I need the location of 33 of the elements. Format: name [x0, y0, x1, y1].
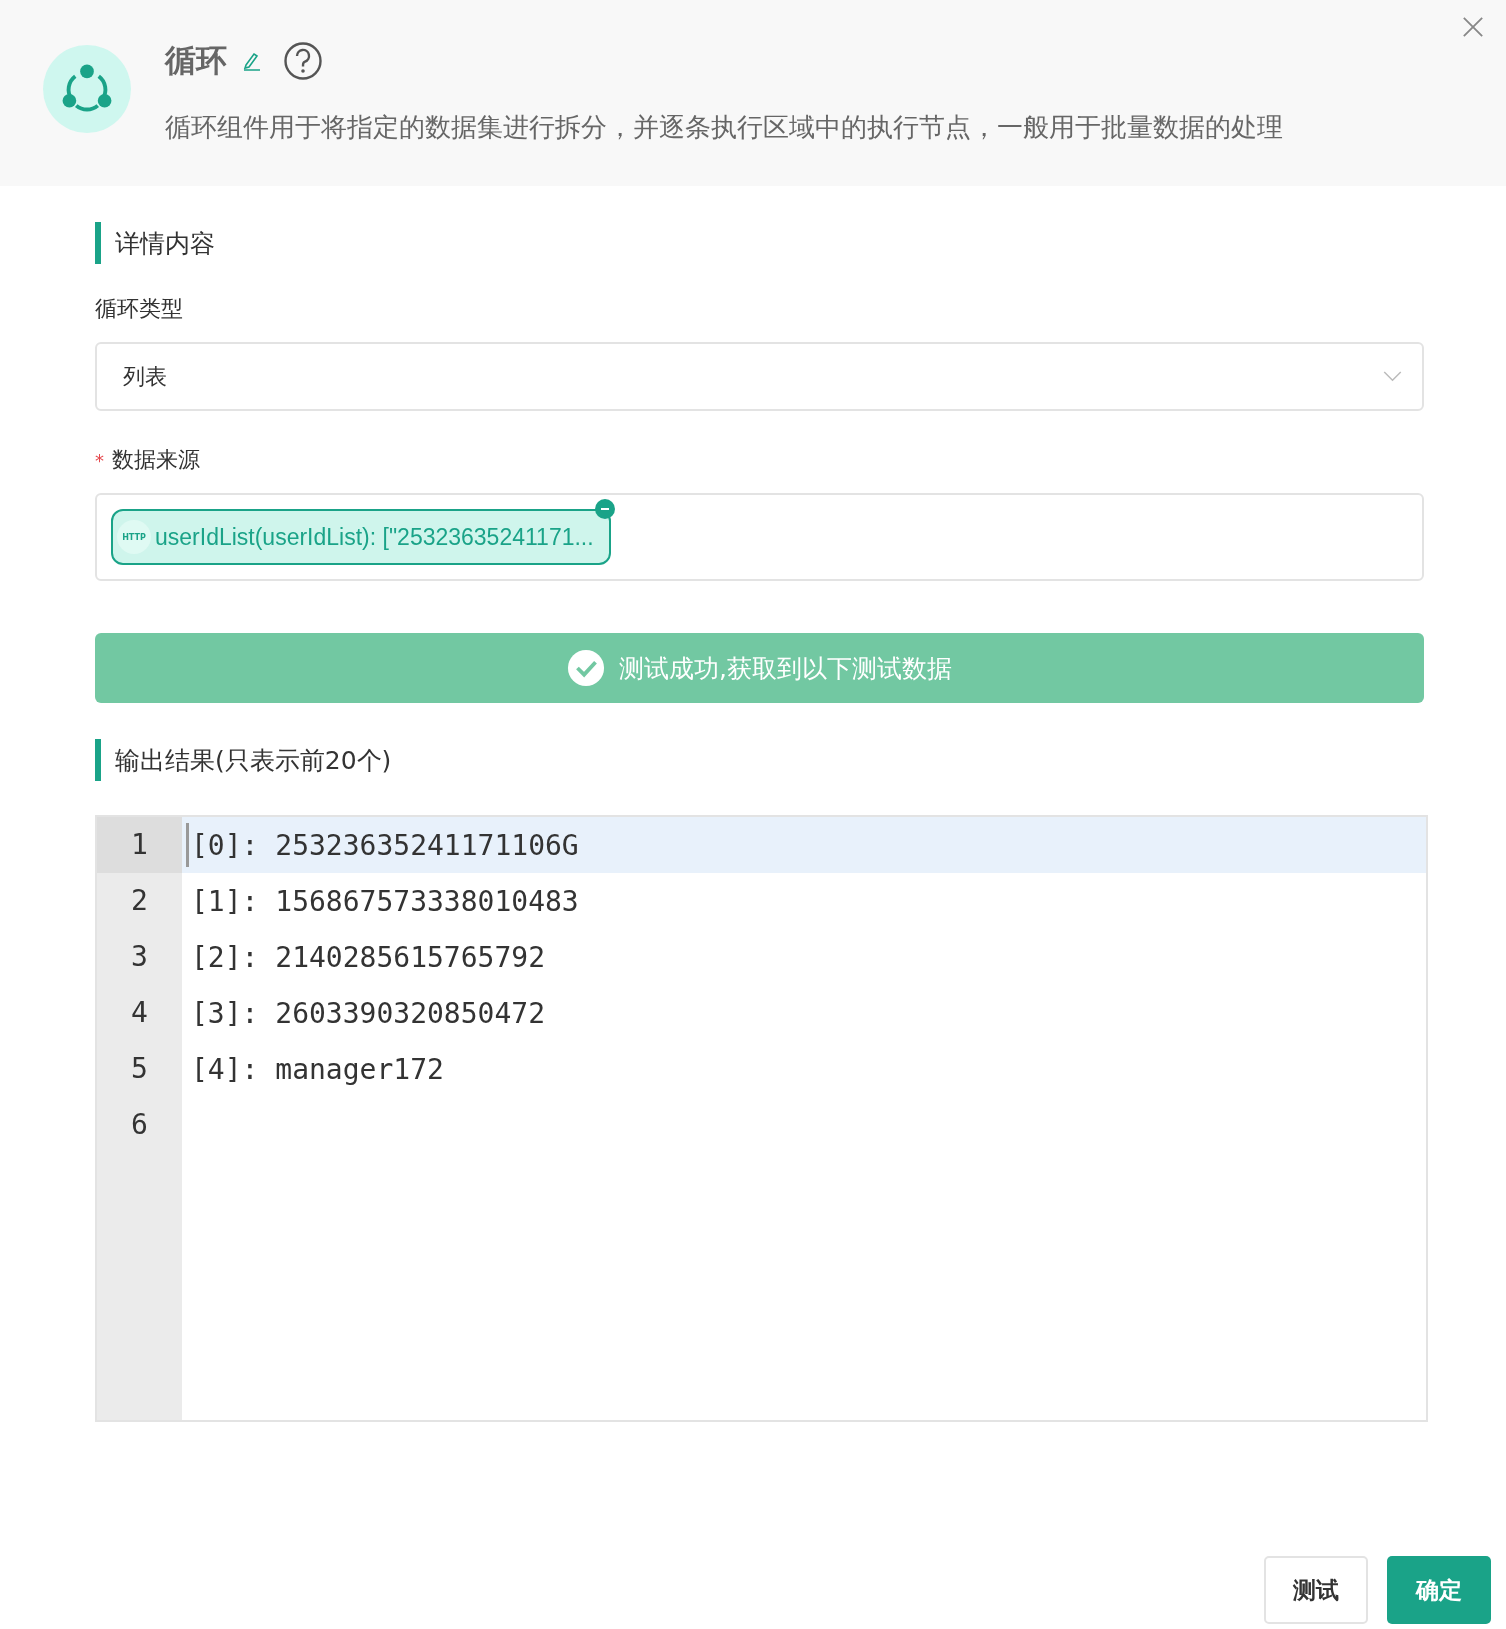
loop-type-select[interactable]: 列表: [95, 342, 1424, 411]
test-button[interactable]: 测试: [1264, 1556, 1368, 1624]
close-icon[interactable]: [1462, 16, 1484, 38]
dialog-description: 循环组件用于将指定的数据集进行拆分，并逐条执行区域中的执行节点，一般用于批量数据的处理: [165, 111, 1283, 144]
section-heading: 输出结果(只表示前20个): [115, 744, 392, 777]
code-line: [0]: 25323635241171106G: [191, 828, 579, 862]
accent-bar: [95, 739, 101, 781]
code-line: [4]: manager172: [191, 1052, 444, 1086]
line-number: 3: [130, 939, 149, 975]
loop-icon: [43, 45, 131, 133]
section-heading: 详情内容: [115, 227, 215, 260]
chevron-down-icon: [1383, 371, 1402, 382]
field-label: 数据来源: [112, 446, 200, 474]
required-mark: *: [95, 449, 104, 471]
help-icon[interactable]: [283, 41, 323, 81]
field-label: 循环类型: [95, 295, 184, 323]
text-cursor: [186, 823, 189, 867]
status-banner: 测试成功,获取到以下测试数据: [95, 633, 1424, 703]
http-badge: HTTP: [117, 520, 151, 554]
check-circle-icon: [567, 649, 605, 687]
line-number: 5: [130, 1051, 149, 1087]
line-number: 4: [130, 995, 149, 1031]
dialog-title: 循环: [165, 41, 227, 80]
code-editor[interactable]: 1 2 3 4 5 6 [0]: 25323635241171106G [1]: 156867573338010483 [2]: 2140285615765792 [3]: 2603390320850472 [4]: manager172: [95, 815, 1428, 1422]
line-number: 2: [130, 883, 149, 919]
accent-bar: [95, 222, 101, 264]
line-number: 1: [97, 817, 182, 873]
pencil-icon[interactable]: [241, 50, 263, 72]
code-line: [2]: 2140285615765792: [191, 940, 545, 974]
code-line: [3]: 2603390320850472: [191, 996, 545, 1030]
line-number: 6: [130, 1107, 149, 1143]
code-line: [1]: 156867573338010483: [191, 884, 579, 918]
remove-icon[interactable]: [595, 499, 615, 519]
